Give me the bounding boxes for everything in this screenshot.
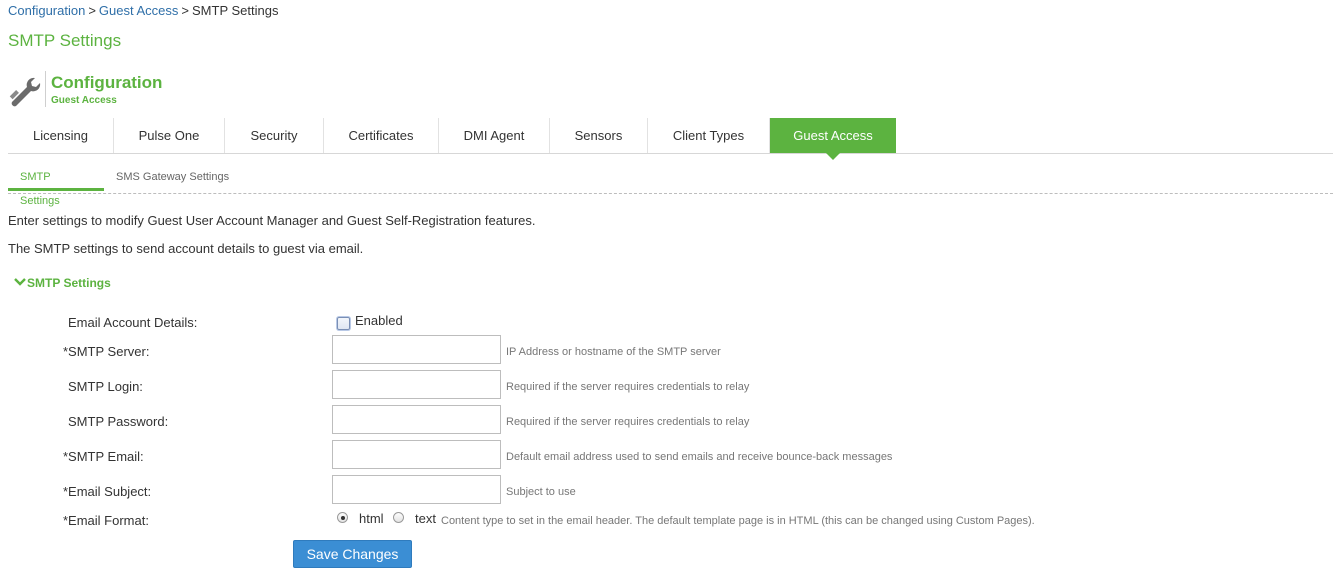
description-text: Enter settings to modify Guest User Acco… xyxy=(8,213,536,228)
smtp-email-label: *SMTP Email: xyxy=(63,449,144,464)
breadcrumb-guest-access-link[interactable]: Guest Access xyxy=(99,3,178,18)
breadcrumb-current: SMTP Settings xyxy=(192,3,279,18)
smtp-password-input[interactable] xyxy=(332,405,501,434)
smtp-server-label: *SMTP Server: xyxy=(63,344,150,359)
tab-pulse-one[interactable]: Pulse One xyxy=(114,118,225,153)
chevron-down-icon xyxy=(14,278,26,286)
email-format-html-radio[interactable] xyxy=(337,512,348,523)
tab-security[interactable]: Security xyxy=(225,118,324,153)
breadcrumb-separator: > xyxy=(181,3,189,18)
save-changes-button[interactable]: Save Changes xyxy=(293,540,412,568)
smtp-email-input[interactable] xyxy=(332,440,501,469)
smtp-server-hint: IP Address or hostname of the SMTP serve… xyxy=(506,346,721,358)
subtab-sms-gateway-settings[interactable]: SMS Gateway Settings xyxy=(104,165,241,191)
group-label: SMTP Settings xyxy=(27,276,111,290)
tab-dmi-agent[interactable]: DMI Agent xyxy=(439,118,550,153)
section-title: Configuration xyxy=(51,73,163,92)
breadcrumb-separator: > xyxy=(88,3,96,18)
smtp-password-hint: Required if the server requires credenti… xyxy=(506,416,750,428)
tab-guest-access[interactable]: Guest Access xyxy=(770,118,896,160)
email-format-hint: Content type to set in the email header.… xyxy=(441,515,1035,527)
email-account-details-label: Email Account Details: xyxy=(68,315,198,330)
email-format-html-label: html xyxy=(359,511,384,526)
email-format-text-radio[interactable] xyxy=(393,512,404,523)
email-format-text-label: text xyxy=(415,511,436,526)
email-subject-hint: Subject to use xyxy=(506,486,576,498)
main-tabs: Licensing Pulse One Security Certificate… xyxy=(8,118,1333,160)
smtp-email-hint: Default email address used to send email… xyxy=(506,451,893,463)
sub-tabs: SMTP Settings SMS Gateway Settings xyxy=(8,165,1333,207)
section-divider xyxy=(45,71,46,107)
enabled-label: Enabled xyxy=(355,313,403,328)
email-format-label: *Email Format: xyxy=(63,513,149,528)
smtp-login-hint: Required if the server requires credenti… xyxy=(506,381,750,393)
email-subject-input[interactable] xyxy=(332,475,501,504)
section-subtitle: Guest Access xyxy=(51,95,117,106)
email-subject-label: *Email Subject: xyxy=(63,484,152,499)
tab-certificates[interactable]: Certificates xyxy=(324,118,439,153)
smtp-server-input[interactable] xyxy=(332,335,501,364)
description-text: The SMTP settings to send account detail… xyxy=(8,241,364,256)
active-tab-arrow xyxy=(826,153,840,160)
section-header: Configuration Guest Access xyxy=(8,71,308,107)
breadcrumb: Configuration > Guest Access > SMTP Settings xyxy=(8,3,278,18)
subtab-smtp-settings[interactable]: SMTP Settings xyxy=(8,165,104,207)
email-account-enabled-checkbox[interactable] xyxy=(337,317,350,330)
tab-sensors[interactable]: Sensors xyxy=(550,118,648,153)
tab-guest-access-label: Guest Access xyxy=(793,128,873,143)
smtp-password-label: SMTP Password: xyxy=(68,414,169,429)
page-title: SMTP Settings xyxy=(8,31,122,50)
smtp-settings-group-toggle[interactable]: SMTP Settings xyxy=(13,276,111,290)
smtp-login-label: SMTP Login: xyxy=(68,379,143,394)
tab-licensing[interactable]: Licensing xyxy=(8,118,114,153)
breadcrumb-configuration-link[interactable]: Configuration xyxy=(8,3,85,18)
smtp-login-input[interactable] xyxy=(332,370,501,399)
tab-client-types[interactable]: Client Types xyxy=(648,118,770,153)
wrench-icon xyxy=(9,77,41,107)
